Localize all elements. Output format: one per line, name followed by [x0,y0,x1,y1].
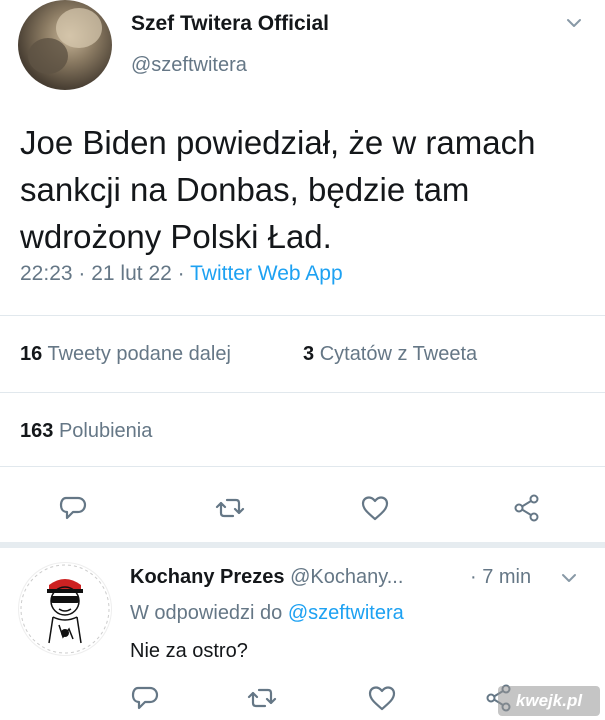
author-display-name[interactable]: Szef Twitera Official [131,12,329,36]
divider [0,315,605,316]
reply-icon[interactable] [130,683,160,713]
chevron-down-icon[interactable] [565,14,583,32]
watermark-logo: kwejk.pl [498,686,600,716]
meta-separator: · [171,262,191,285]
divider [0,392,605,393]
section-divider [0,542,605,548]
reply-author-avatar[interactable] [18,562,112,656]
likes-count: 163 [20,420,54,442]
heart-icon[interactable] [367,683,397,713]
retweet-icon[interactable] [247,683,277,713]
replying-to: W odpowiedzi do @szeftwitera [130,602,404,625]
tweet-time[interactable]: 22:23 [20,262,73,285]
likes-stat[interactable]: 163 Polubienia [20,420,152,443]
replying-to-label: W odpowiedzi do [130,602,283,624]
reply-icon[interactable] [58,493,88,523]
author-avatar[interactable] [18,0,112,90]
tweet-meta: 22:23 · 21 lut 22 · Twitter Web App [20,262,343,286]
author-handle[interactable]: @szeftwitera [131,54,247,77]
reply-time[interactable]: · 7 min [470,566,531,589]
tweet-text: Joe Biden powiedział, że w ramach sankcj… [20,124,536,255]
replying-to-handle[interactable]: @szeftwitera [288,602,404,624]
quotes-count: 3 [303,343,315,365]
share-icon[interactable] [512,493,542,523]
tweet-date[interactable]: 21 lut 22 [91,262,172,285]
reply-text: Nie za ostro? [130,640,248,662]
divider [0,466,605,467]
reply-author[interactable]: Kochany Prezes @Kochany... [130,566,403,589]
reply-handle[interactable]: @Kochany... [290,566,403,588]
retweets-label: Tweety podane dalej [47,343,231,365]
tweet-source-link[interactable]: Twitter Web App [190,262,343,285]
likes-label: Polubienia [58,420,153,442]
retweets-stat[interactable]: 16 Tweety podane dalej [20,343,231,366]
chevron-down-icon[interactable] [560,569,578,587]
meta-separator: · [72,262,92,285]
quotes-label: Cytatów z Tweeta [319,343,478,365]
retweet-icon[interactable] [215,493,245,523]
heart-icon[interactable] [360,493,390,523]
reply-display-name[interactable]: Kochany Prezes [130,566,285,588]
retweets-count: 16 [20,343,43,365]
quotes-stat[interactable]: 3 Cytatów z Tweeta [303,343,477,366]
